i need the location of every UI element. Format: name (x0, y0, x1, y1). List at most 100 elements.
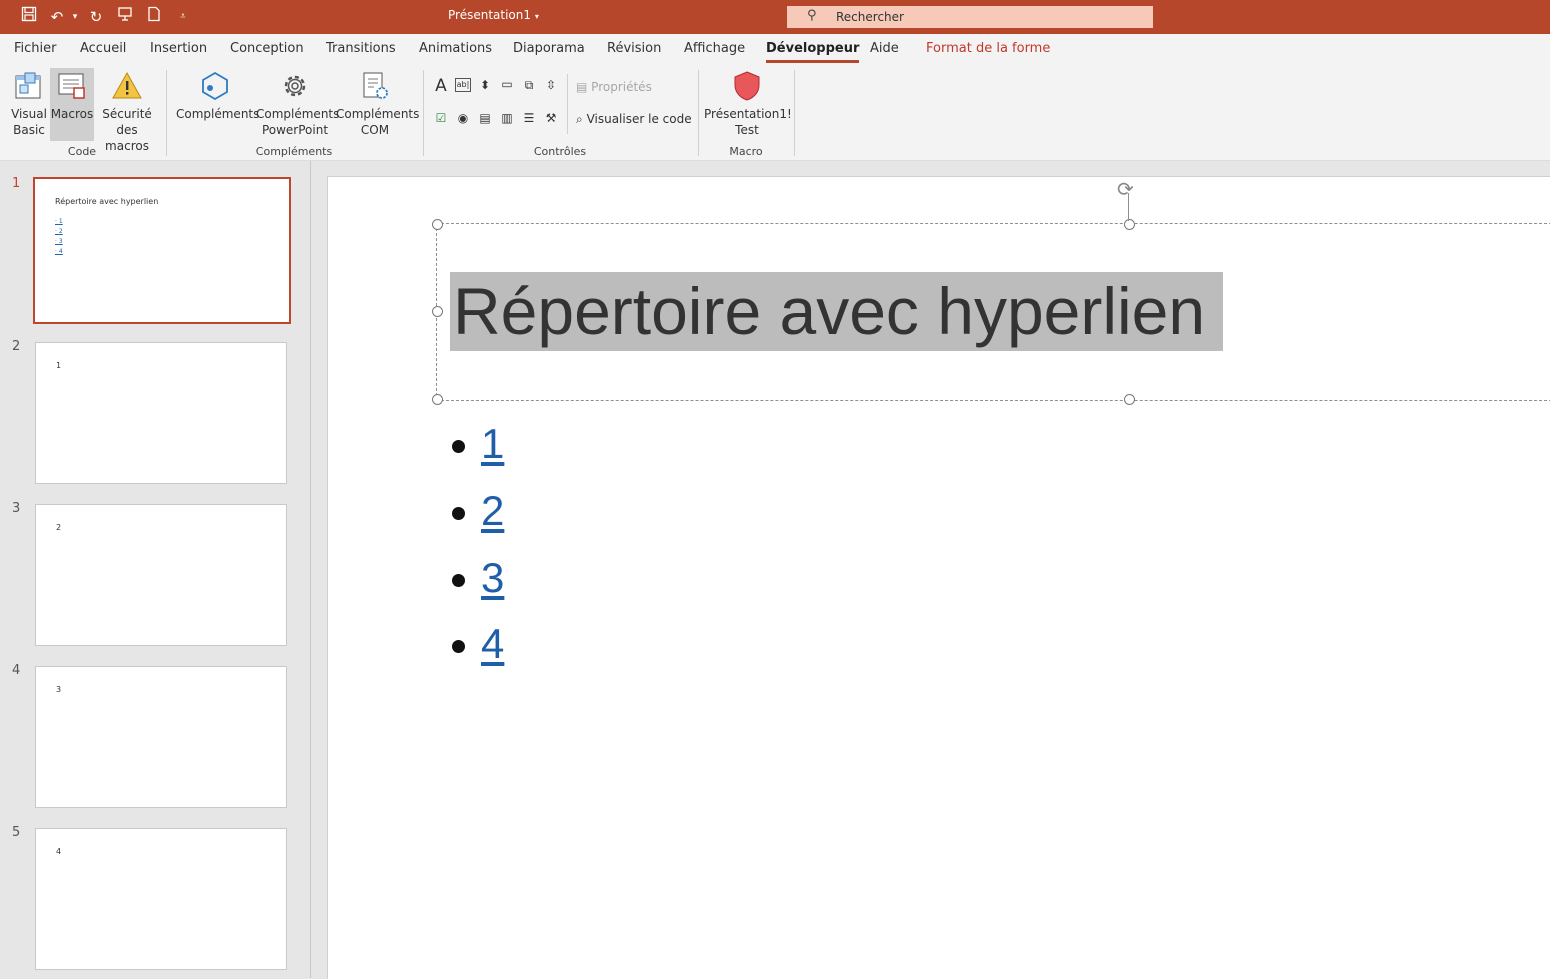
undo-dropdown-icon[interactable]: ▾ (64, 6, 86, 28)
ribbon-separator (567, 74, 568, 134)
properties-label: Propriétés (591, 80, 652, 94)
toggle-button-control-icon[interactable]: ☰ (521, 110, 537, 126)
slide-number: 3 (12, 501, 21, 516)
more-controls-icon[interactable]: ⚒ (543, 110, 559, 126)
tab-accueil[interactable]: Accueil (80, 41, 126, 56)
macro-security-button[interactable]: Sécurité des macros (96, 68, 158, 154)
tab-format-de-la-forme[interactable]: Format de la forme (926, 41, 1050, 56)
textbox-control-icon[interactable]: ab| (455, 78, 471, 92)
slide-number: 1 (12, 176, 21, 191)
gear-icon (284, 75, 306, 97)
com-addins-button[interactable]: Compléments COM (336, 68, 419, 138)
addins-button[interactable]: Compléments (176, 68, 259, 122)
thumbnail-bullet-text: 4 (58, 248, 63, 255)
image-control-icon[interactable]: ⧉ (521, 77, 537, 93)
group-label-code: Code (67, 145, 97, 158)
chevron-down-icon: ▾ (534, 12, 539, 21)
save-icon[interactable] (18, 6, 40, 28)
shield-icon (734, 71, 760, 101)
tab-aide[interactable]: Aide (870, 41, 899, 56)
combobox-control-icon[interactable]: ▥ (499, 110, 515, 126)
properties-icon: ▤ (576, 80, 588, 94)
macros-button[interactable]: Macros (50, 68, 94, 141)
macros-icon (58, 73, 85, 99)
redo-icon[interactable]: ↻ (85, 6, 107, 28)
ribbon-separator (794, 70, 795, 156)
customize-toolbar-icon[interactable]: ⩡ (172, 6, 194, 28)
thumbnail-title: 2 (56, 523, 62, 532)
slide-thumbnail-4[interactable]: 3 (35, 666, 287, 808)
hyperlink[interactable]: 4 (481, 620, 504, 667)
tab-transitions[interactable]: Transitions (326, 41, 396, 56)
ribbon-separator (166, 70, 167, 156)
hyperlink[interactable]: 1 (481, 420, 504, 467)
resize-handle-top-left[interactable] (432, 219, 443, 230)
slide-title[interactable]: Répertoire avec hyperlien (450, 272, 1224, 351)
document-title[interactable]: Présentation1 ▾ (448, 8, 539, 22)
visual-basic-label-1: Visual (11, 107, 47, 121)
com-addins-label-1: Compléments (336, 107, 420, 121)
resize-handle-top[interactable] (1124, 219, 1135, 230)
bullet-item: 2 (452, 487, 504, 535)
bullet-dot (452, 640, 465, 654)
run-macro-label-2: Test (735, 123, 759, 137)
thumbnail-bullet-text: 1 (58, 218, 63, 225)
tab-animations[interactable]: Animations (419, 41, 492, 56)
tab-fichier[interactable]: Fichier (14, 41, 57, 56)
view-code-label: Visualiser le code (586, 112, 692, 126)
bullet-dot (452, 440, 465, 454)
tab-affichage[interactable]: Affichage (684, 41, 745, 56)
macro-security-label-2: des macros (105, 123, 149, 153)
resize-handle-bottom[interactable] (1124, 394, 1135, 405)
search-box[interactable]: ⚲ Rechercher (787, 6, 1153, 28)
group-label-controles: Contrôles (533, 145, 587, 158)
new-file-icon[interactable] (143, 6, 165, 28)
present-from-start-icon[interactable] (114, 6, 136, 28)
slide-canvas[interactable]: ⟳ Répertoire avec hyperlien 1 2 3 4 (327, 176, 1550, 979)
addins-hexagon-icon (202, 71, 228, 101)
ribbon-tabs: Fichier Accueil Insertion Conception Tra… (0, 34, 1550, 64)
run-macro-button[interactable]: Présentation1! Test (704, 68, 792, 138)
macro-security-label-1: Sécurité (102, 107, 152, 121)
spin-button-control-icon[interactable]: ⬍ (477, 77, 493, 93)
tab-developpeur[interactable]: Développeur (766, 41, 860, 63)
visual-basic-icon (15, 72, 41, 99)
bullet-item: 1 (452, 420, 504, 468)
command-button-control-icon[interactable]: ▭ (499, 76, 515, 92)
slide-thumbnail-pane: 1 Répertoire avec hyperlien · 1 · 2 · 3 … (0, 161, 310, 978)
slide-thumbnail-2[interactable]: 1 (35, 342, 287, 484)
thumbnail-bullet: · 3 (55, 238, 63, 245)
hyperlink[interactable]: 2 (481, 487, 504, 534)
resize-handle-left[interactable] (432, 306, 443, 317)
tab-revision[interactable]: Révision (607, 41, 661, 56)
document-title-text: Présentation1 (448, 8, 531, 22)
scrollbar-control-icon[interactable]: ⇳ (543, 77, 559, 93)
macros-label: Macros (50, 107, 94, 121)
slide-thumbnail-5[interactable]: 4 (35, 828, 287, 970)
resize-handle-bottom-left[interactable] (432, 394, 443, 405)
hyperlink[interactable]: 3 (481, 554, 504, 601)
listbox-control-icon[interactable]: ▤ (477, 110, 493, 126)
visual-basic-label-2: Basic (13, 123, 45, 137)
title-bar: ↶ ▾ ↻ ⩡ Présentation1 ▾ ⚲ Rechercher (0, 0, 1550, 34)
slide-thumbnail-1[interactable]: Répertoire avec hyperlien · 1 · 2 · 3 · … (33, 177, 291, 324)
search-placeholder: Rechercher (836, 10, 904, 24)
checkbox-control-icon[interactable]: ☑ (433, 110, 449, 126)
thumbnail-bullet-text: 2 (58, 228, 63, 235)
tab-insertion[interactable]: Insertion (150, 41, 207, 56)
ribbon: Visual Basic Macros Sécurité des macros … (0, 64, 1550, 161)
rotate-handle-icon[interactable]: ⟳ (1117, 177, 1134, 201)
slide-thumbnail-3[interactable]: 2 (35, 504, 287, 646)
tab-conception[interactable]: Conception (230, 41, 304, 56)
powerpoint-addins-label-2: PowerPoint (261, 123, 329, 137)
properties-button[interactable]: ▤ Propriétés (576, 80, 652, 94)
label-control-icon[interactable]: A (433, 78, 449, 95)
view-code-button[interactable]: ⌕ Visualiser le code (576, 112, 692, 127)
visual-basic-button[interactable]: Visual Basic (8, 68, 50, 138)
com-addins-label-2: COM (360, 123, 390, 137)
option-button-control-icon[interactable]: ◉ (455, 110, 471, 126)
thumbnail-title: 3 (56, 685, 62, 694)
bullet-dot (452, 574, 465, 588)
powerpoint-addins-button[interactable]: Compléments PowerPoint (256, 68, 339, 138)
tab-diaporama[interactable]: Diaporama (513, 41, 585, 56)
